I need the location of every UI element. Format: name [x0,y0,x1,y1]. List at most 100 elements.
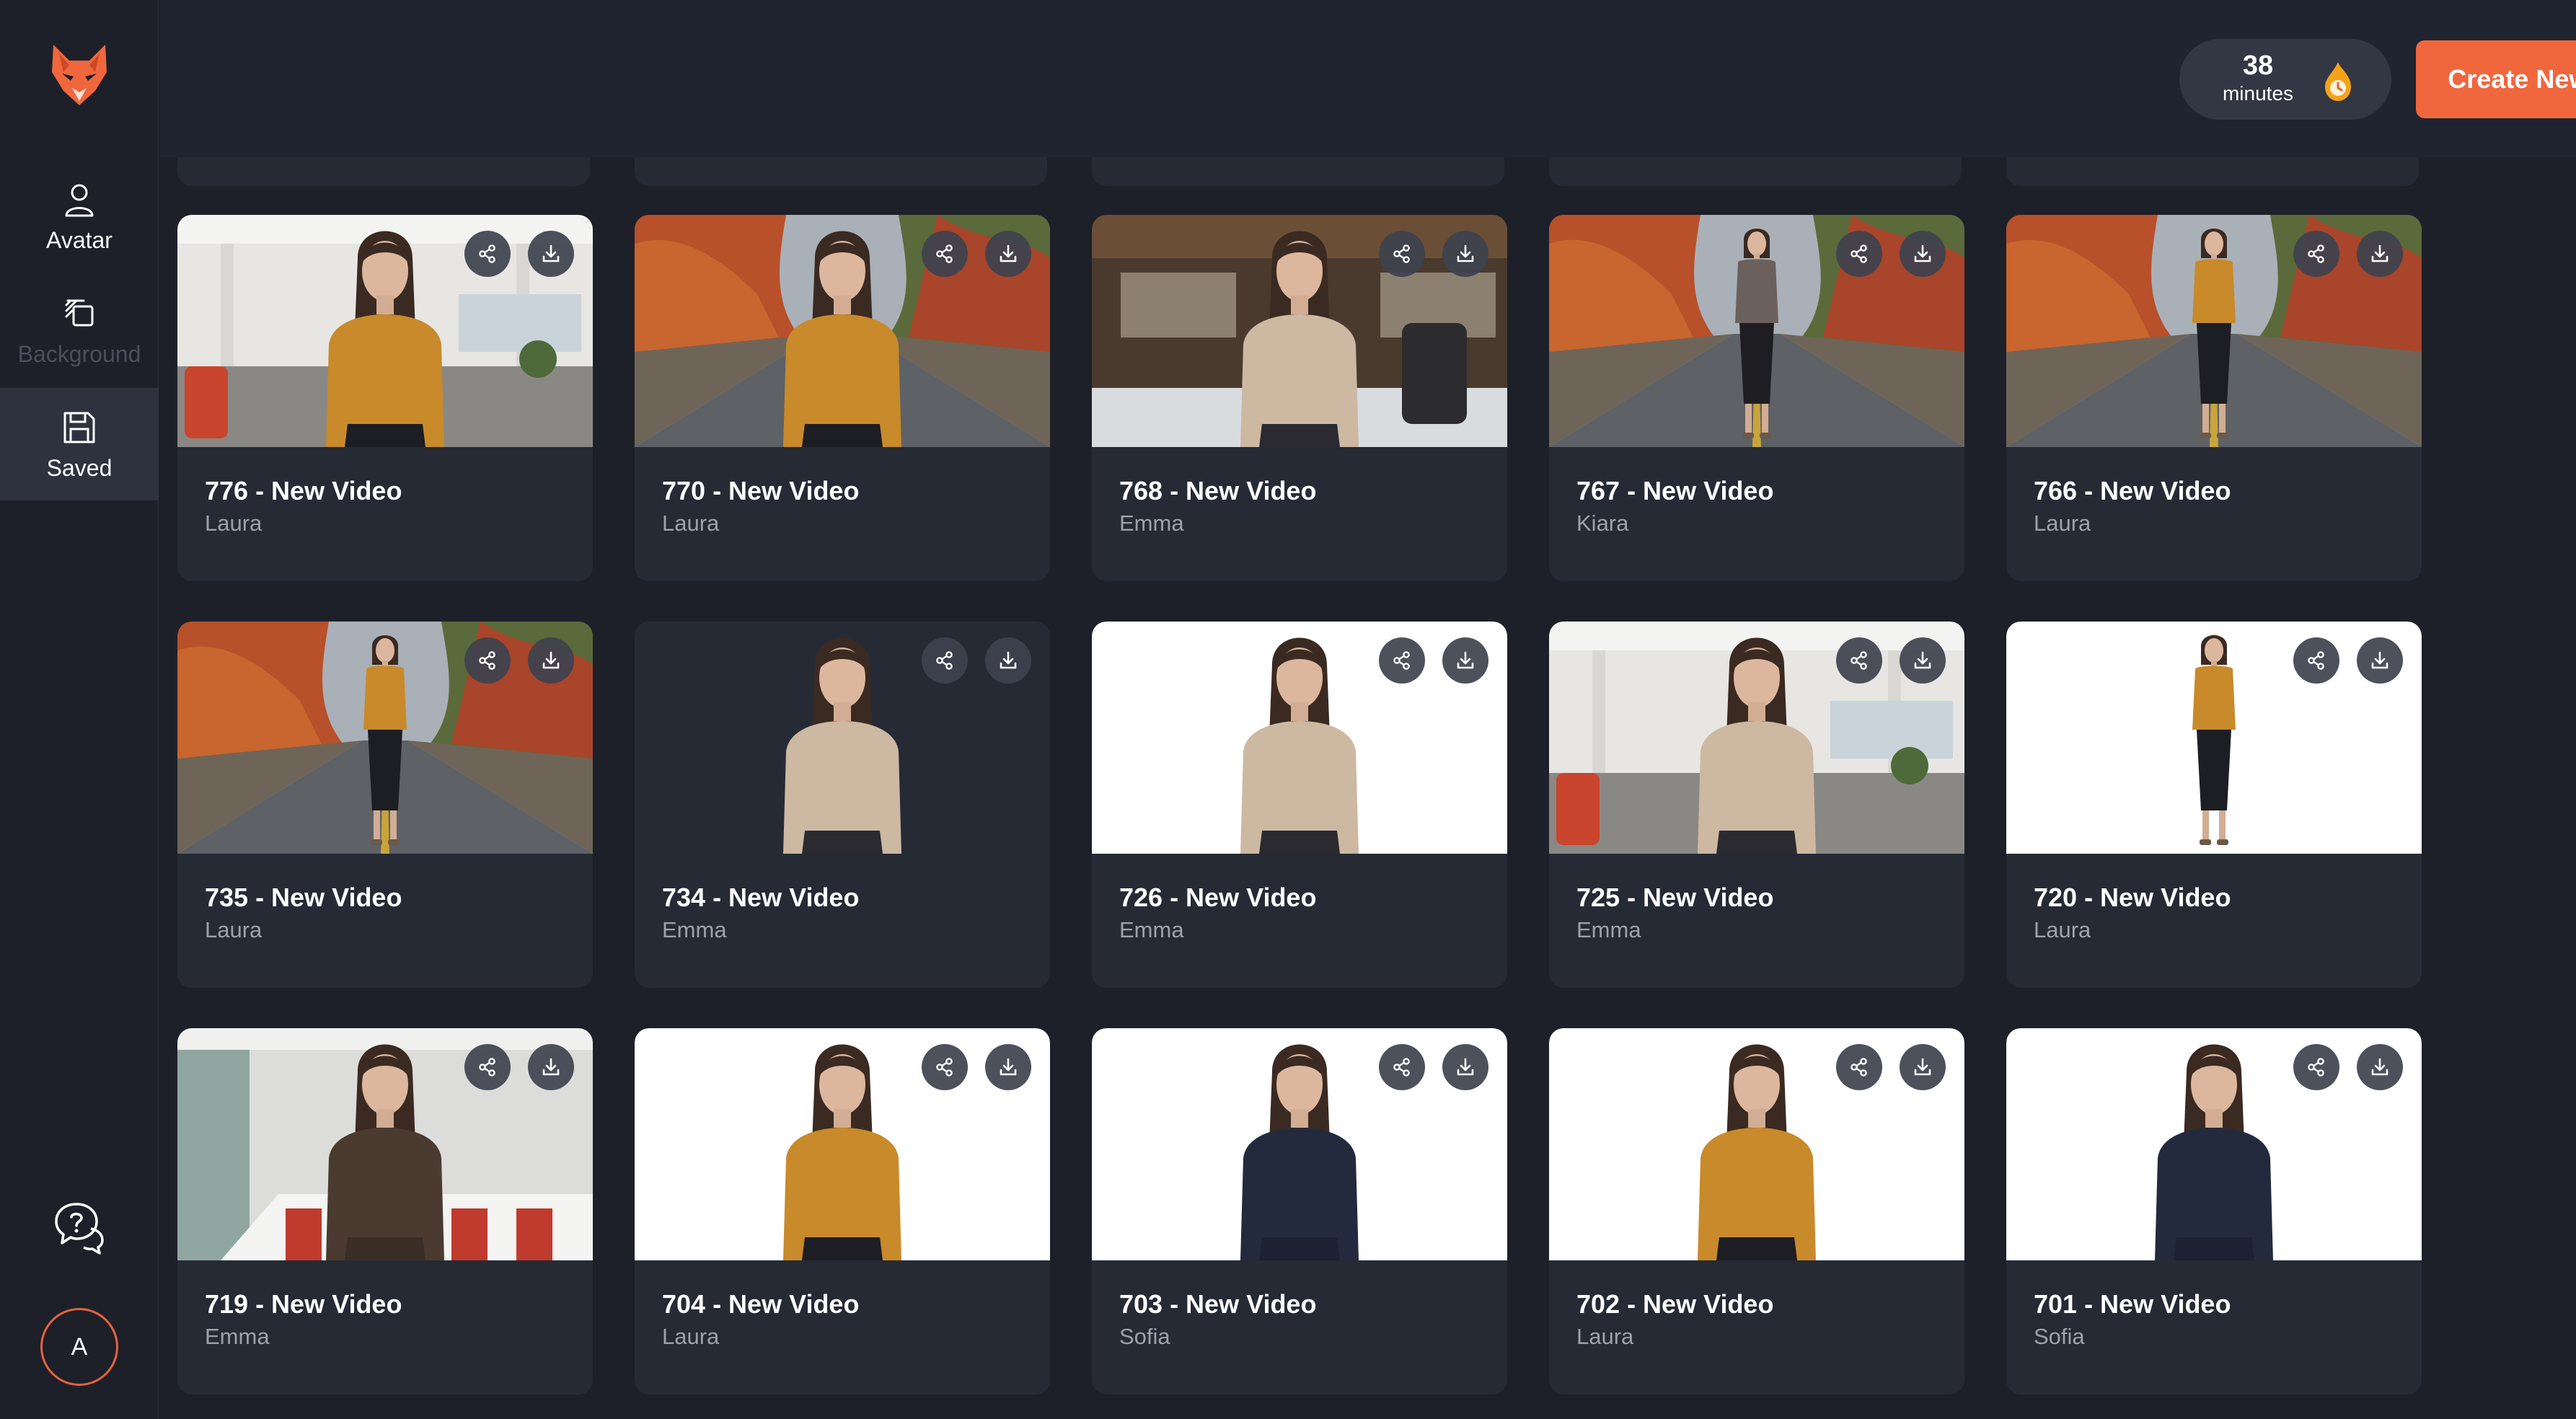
share-icon [1848,650,1870,671]
video-thumbnail[interactable] [1092,622,1507,854]
video-thumbnail[interactable] [635,1028,1050,1260]
video-card[interactable]: 776 - New Video Laura [177,215,593,581]
video-thumbnail[interactable] [1092,215,1507,447]
video-title: 735 - New Video [205,883,402,912]
share-icon [2306,650,2327,671]
video-thumbnail[interactable] [2006,1028,2422,1260]
download-button[interactable] [1442,1044,1488,1090]
video-thumbnail[interactable] [1549,215,1964,447]
video-card[interactable]: 734 - New Video Emma [635,622,1050,988]
avatar-name: Laura [2034,917,2091,942]
download-button[interactable] [528,1044,574,1090]
video-card[interactable]: 770 - New Video Laura [635,215,1050,581]
share-icon [1391,650,1413,671]
top-bar: 38 minutes Create New Video [160,0,2576,157]
download-button[interactable] [985,637,1031,684]
download-icon [2369,243,2391,265]
download-button[interactable] [2357,1044,2403,1090]
share-button[interactable] [1836,1044,1882,1090]
download-button[interactable] [1900,637,1946,684]
create-new-video-button[interactable]: Create New Video [2416,40,2576,118]
avatar-name: Kiara [1576,510,1629,536]
download-button[interactable] [985,1044,1031,1090]
video-card[interactable]: 735 - New Video Laura [177,622,593,988]
minutes-balance[interactable]: 38 minutes [2179,39,2391,120]
share-icon [477,1056,498,1078]
share-button[interactable] [464,637,511,684]
download-button[interactable] [1442,637,1488,684]
download-button[interactable] [1900,231,1946,277]
download-button[interactable] [528,637,574,684]
share-button[interactable] [922,1044,968,1090]
video-thumbnail[interactable] [635,622,1050,854]
video-card[interactable]: 704 - New Video Laura [635,1028,1050,1394]
video-card[interactable]: 701 - New Video Sofia [2006,1028,2422,1394]
share-button[interactable] [2293,637,2339,684]
download-button[interactable] [528,231,574,277]
download-button[interactable] [2357,637,2403,684]
video-thumbnail[interactable] [1092,1028,1507,1260]
share-button[interactable] [464,1044,511,1090]
video-title: 770 - New Video [662,476,860,505]
video-card[interactable]: 719 - New Video Emma [177,1028,593,1394]
download-button[interactable] [1442,231,1488,277]
video-card[interactable]: 720 - New Video Laura [2006,622,2422,988]
share-button[interactable] [922,231,968,277]
video-title: 726 - New Video [1119,883,1317,912]
avatar-name: Laura [662,1324,720,1349]
video-card[interactable]: 766 - New Video Laura [2006,215,2422,581]
layers-icon [65,299,94,326]
video-thumbnail[interactable] [177,1028,593,1260]
save-icon [63,412,95,443]
share-button[interactable] [922,637,968,684]
share-icon [934,1056,956,1078]
download-icon [540,650,562,671]
video-thumbnail[interactable] [177,622,593,854]
video-card[interactable]: 702 - New Video Laura [1549,1028,1964,1394]
video-title: 701 - New Video [2034,1289,2231,1319]
video-thumbnail[interactable] [2006,622,2422,854]
share-button[interactable] [1379,1044,1425,1090]
video-thumbnail[interactable] [2006,215,2422,447]
video-title: 719 - New Video [205,1289,402,1319]
download-icon [1455,650,1476,671]
share-button[interactable] [1836,231,1882,277]
video-thumbnail[interactable] [1549,1028,1964,1260]
partial-card[interactable] [635,157,1047,186]
nav-background[interactable]: Background [0,274,159,386]
share-button[interactable] [2293,231,2339,277]
nav-avatar[interactable]: Avatar [0,160,159,273]
video-card[interactable]: 703 - New Video Sofia [1092,1028,1507,1394]
video-thumbnail[interactable] [177,215,593,447]
video-title: 703 - New Video [1119,1289,1317,1319]
partial-card[interactable] [1549,157,1962,186]
partial-card[interactable] [1092,157,1504,186]
download-button[interactable] [2357,231,2403,277]
download-button[interactable] [985,231,1031,277]
video-title: 720 - New Video [2034,883,2231,912]
avatar-name: Emma [205,1324,270,1349]
video-card[interactable]: 768 - New Video Emma [1092,215,1507,581]
share-button[interactable] [1379,637,1425,684]
download-button[interactable] [1900,1044,1946,1090]
share-button[interactable] [464,231,511,277]
partial-card[interactable] [177,157,590,186]
share-button[interactable] [1379,231,1425,277]
share-button[interactable] [2293,1044,2339,1090]
download-icon [1912,1056,1933,1078]
avatar-name: Laura [2034,510,2091,536]
video-card[interactable]: 767 - New Video Kiara [1549,215,1964,581]
share-icon [1848,243,1870,265]
nav-saved[interactable]: Saved [0,388,159,500]
share-button[interactable] [1836,637,1882,684]
user-avatar[interactable]: A [40,1308,118,1386]
fox-logo-icon[interactable] [49,43,110,108]
video-thumbnail[interactable] [1549,622,1964,854]
chat-help-icon[interactable] [52,1200,107,1255]
video-thumbnail[interactable] [635,215,1050,447]
saved-videos-grid: 776 - New Video Laura 770 - New Video Laura… [160,157,2576,1419]
video-card[interactable]: 725 - New Video Emma [1549,622,1964,988]
nav-saved-label: Saved [46,454,113,481]
partial-card[interactable] [2006,157,2419,186]
video-card[interactable]: 726 - New Video Emma [1092,622,1507,988]
